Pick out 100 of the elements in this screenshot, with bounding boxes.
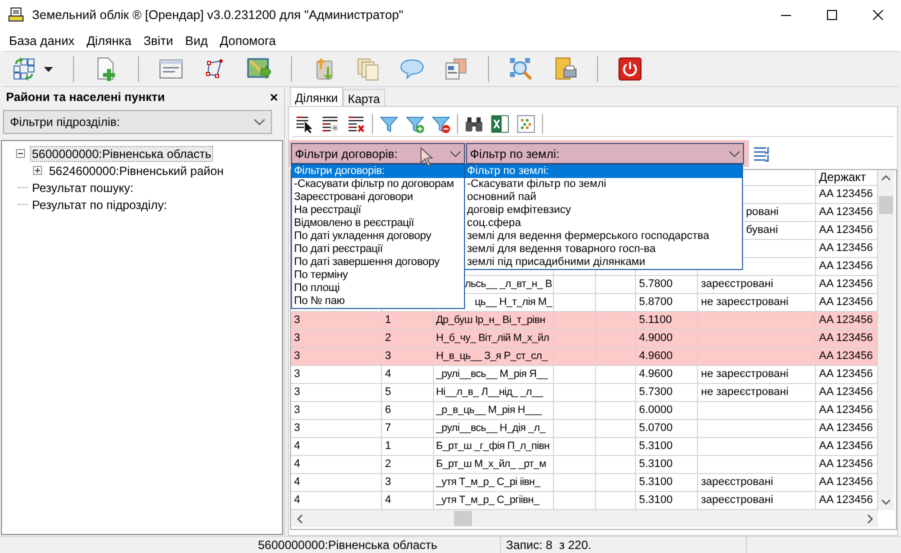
contract-filter-dropdown[interactable]: Фільтри договорів:	[291, 143, 465, 164]
dropdown-option[interactable]: основний пай	[465, 191, 742, 204]
dropdown-option[interactable]: Відмовлено в реєстрації	[292, 217, 464, 230]
subdivision-filter-dropdown[interactable]: Фільтри підрозділів:	[3, 110, 272, 134]
menu-item[interactable]: Ділянка	[80, 34, 138, 48]
table-cell: 3	[382, 474, 434, 492]
caret-icon[interactable]	[44, 66, 53, 72]
tree-item[interactable]: 5624600000:Рівненський район	[47, 162, 226, 178]
map-export-icon[interactable]	[247, 57, 271, 82]
table-cell: Н_в_ць__ З_я Р_ст_сл_	[434, 348, 554, 366]
table-cell: 4.9600	[636, 366, 698, 384]
windows-icon[interactable]	[444, 57, 468, 82]
power-icon[interactable]	[618, 57, 642, 82]
menu-item[interactable]: Вид	[179, 34, 214, 48]
app-icon	[8, 7, 24, 23]
tab[interactable]: Ділянки	[290, 87, 343, 106]
table-cell: зареєстровані	[698, 276, 816, 294]
status-text: 5600000000:Рівненська область	[258, 538, 438, 552]
menu-item[interactable]: База даних	[3, 34, 81, 48]
dropdown-option[interactable]: По даті укладення договору	[292, 230, 464, 243]
table-cell: 2	[382, 456, 434, 474]
table-cell: 7	[382, 420, 434, 438]
filter-icon[interactable]	[379, 114, 399, 134]
network-search-icon[interactable]	[509, 57, 533, 82]
table-cell: AA 123456	[816, 312, 878, 330]
tree-item[interactable]: Результат пошуку:	[30, 180, 136, 196]
table-cell: 5.0700	[636, 420, 698, 438]
table-cell: 5.7800	[636, 276, 698, 294]
menu-item[interactable]: Допомога	[214, 34, 282, 48]
table-cell: 5.3100	[636, 438, 698, 456]
table-cell: Б_рт_ш _г_фія П_л_півн	[434, 438, 554, 456]
dropdown-option[interactable]: Фільтри договорів:	[292, 165, 464, 178]
table-cell: Н_б_чу_ Віт_лій М_х_йл	[434, 330, 554, 348]
table-cell: 4	[291, 474, 382, 492]
table-cell: 3	[291, 312, 382, 330]
expand-icon[interactable]	[33, 166, 42, 175]
table-cell: 3	[291, 366, 382, 384]
horizontal-scrollbar[interactable]	[291, 510, 878, 527]
filter-add-icon[interactable]	[405, 114, 425, 134]
dropdown-value: Фільтри підрозділів:	[10, 115, 120, 129]
tab[interactable]: Карта	[342, 89, 385, 106]
collapse-icon[interactable]	[16, 149, 25, 158]
dropdown-value: Фільтри договорів:	[295, 146, 398, 160]
mouse-cursor-icon	[420, 147, 434, 167]
table-cell: 1	[382, 312, 434, 330]
table-cell: 3	[382, 348, 434, 366]
chevron-down-icon[interactable]	[254, 119, 265, 125]
table-cell: 5.7300	[636, 384, 698, 402]
table-cell: _рулі__всь__ Н_дія _л_	[434, 420, 554, 438]
select-row-icon[interactable]	[294, 114, 314, 134]
table-cell: 4	[382, 366, 434, 384]
table-cell: зареєстровані	[698, 474, 816, 492]
dot-grid-icon[interactable]	[516, 114, 536, 134]
spreadsheet-icon[interactable]	[490, 114, 510, 134]
table-cell: 4	[291, 456, 382, 474]
dropdown-option[interactable]: На реєстрації	[292, 204, 464, 217]
land-filter-dropdown[interactable]: Фільтр по землі:	[466, 143, 744, 164]
speech-bubble-icon[interactable]	[400, 57, 424, 82]
column-header[interactable]: Держакт	[816, 170, 878, 186]
dropdown-option[interactable]: землі для ведення фермерського господарства	[465, 230, 742, 243]
dropdown-option[interactable]: -Скасувати фільтр по землі	[465, 178, 742, 191]
tree-item[interactable]: 5600000000:Рівненська область	[30, 146, 214, 162]
clear-selection-icon[interactable]	[346, 114, 366, 134]
maximize-icon[interactable]	[827, 10, 837, 20]
table-cell: 3	[291, 348, 382, 366]
table-cell: 3	[291, 420, 382, 438]
scroll-thumb[interactable]	[454, 511, 472, 526]
tree-item[interactable]: Результат по підрозділу:	[30, 196, 170, 212]
vertical-scrollbar[interactable]	[878, 170, 894, 510]
close-panel-button[interactable]: ×	[270, 89, 278, 105]
filter-remove-icon[interactable]	[431, 114, 451, 134]
table-cell: _утя Т_м_р_ С_рі іівн_	[434, 474, 554, 492]
select-all-icon[interactable]	[320, 114, 340, 134]
dropdown-option[interactable]: По даті завершення договору	[292, 256, 464, 269]
dropdown-option[interactable]: По даті реєстрації	[292, 243, 464, 256]
table-cell: 5	[382, 384, 434, 402]
table-cell: 1	[382, 438, 434, 456]
panel-title: Райони та населені пункти	[6, 90, 165, 104]
scroll-thumb[interactable]	[879, 196, 893, 214]
table-cell: 6	[382, 402, 434, 420]
form-icon[interactable]	[159, 57, 183, 82]
close-icon[interactable]	[873, 10, 883, 20]
chevron-down-icon[interactable]	[729, 150, 740, 156]
table-cell: 4.9000	[636, 330, 698, 348]
notebook-printer-icon[interactable]	[553, 57, 577, 82]
table-cell: 4	[291, 438, 382, 456]
dropdown-option[interactable]: Фільтр по землі:	[465, 165, 742, 178]
chevron-down-icon[interactable]	[450, 150, 461, 156]
sync-icon[interactable]	[12, 57, 36, 82]
dropdown-option[interactable]: -Скасувати фільтр по договорам	[292, 178, 464, 191]
table-cell: не зареєстровані	[698, 366, 816, 384]
table-cell: 5.3100	[636, 456, 698, 474]
dropdown-option[interactable]: землі під присадибними ділянками	[465, 256, 742, 269]
table-cell: Др_буш Ір_н_ Ві_т_рівн	[434, 312, 554, 330]
table-cell: Б_рт_ш М_х_йл_ _рт_м	[434, 456, 554, 474]
dropdown-option[interactable]: Зареєстровані договори	[292, 191, 464, 204]
dropdown-option[interactable]: землі для ведення товарного госп-ва	[465, 243, 742, 256]
table-cell: 3	[291, 384, 382, 402]
menu-item[interactable]: Звіти	[137, 34, 180, 48]
table-cell: 2	[382, 330, 434, 348]
